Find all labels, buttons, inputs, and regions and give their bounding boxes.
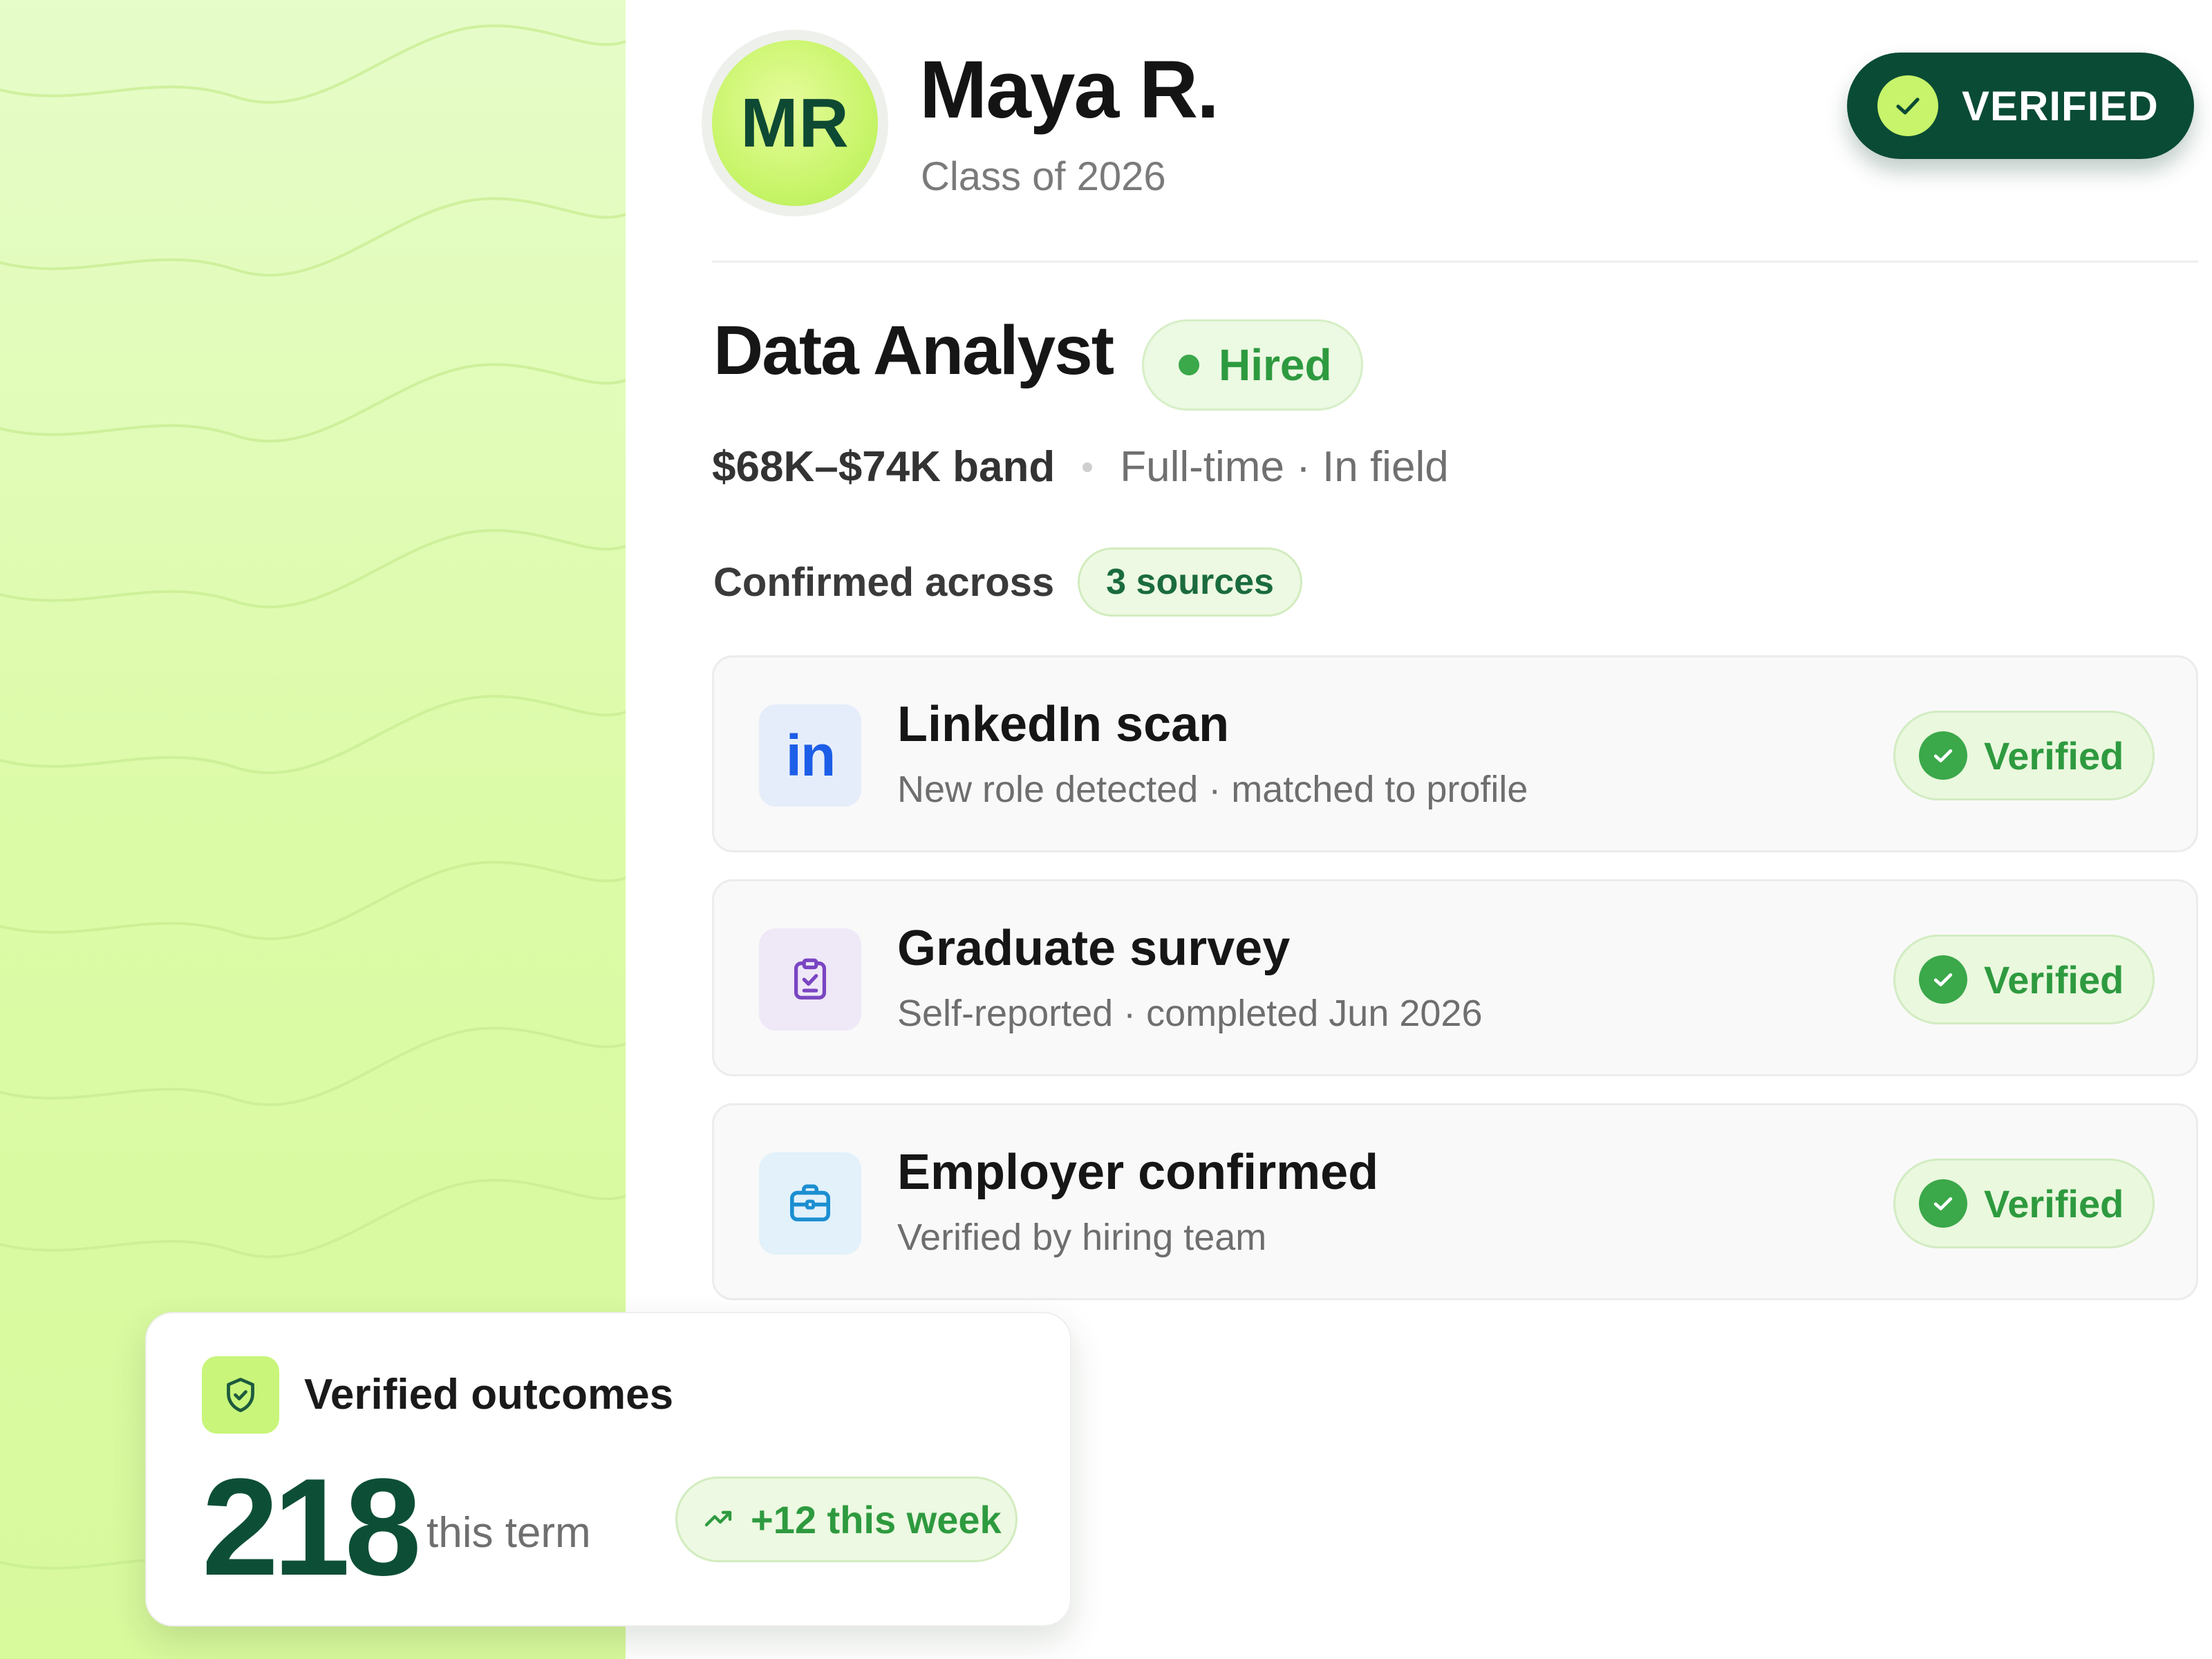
verified-badge: Verified [1893,1159,2155,1248]
header-divider [712,261,2198,263]
source-item-graduate-survey[interactable]: Graduate survey Self-reported · complete… [712,879,2198,1076]
profile-name: Maya R. [919,44,1219,135]
verified-outcomes-card[interactable]: Verified outcomes 218 this term +12 this… [145,1312,1071,1627]
verified-badge: Verified [1893,711,2155,800]
source-subtitle: New role detected · matched to profile [897,769,1528,810]
status-dot-icon [1179,355,1199,375]
source-title: Employer confirmed [897,1145,1379,1200]
outcomes-title: Verified outcomes [304,1371,674,1418]
weekly-delta-label: +12 this week [751,1497,1002,1541]
outcomes-period: this term [427,1509,591,1557]
verified-badge-label: Verified [1984,1181,2124,1226]
trending-up-icon [702,1503,735,1536]
source-title: LinkedIn scan [897,697,1230,752]
outcomes-count: 218 [202,1450,422,1604]
weekly-delta-badge: +12 this week [675,1477,1018,1562]
employment-type: Full-time · In field [1120,443,1449,491]
briefcase-icon [759,1152,861,1255]
shield-check-icon [202,1356,279,1434]
verified-status-label: VERIFIED [1962,82,2159,129]
avatar-initials: MR [740,84,850,162]
check-icon [1877,75,1938,136]
linkedin-icon: in [759,704,861,807]
class-year: Class of 2026 [921,154,1166,199]
hired-status-label: Hired [1219,340,1332,390]
avatar[interactable]: MR [712,40,878,206]
verified-badge-label: Verified [1984,957,2124,1002]
separator-dot [1082,462,1093,472]
source-subtitle: Self-reported · completed Jun 2026 [897,993,1483,1034]
check-circle-icon [1919,731,1967,780]
sources-count-badge[interactable]: 3 sources [1078,547,1302,617]
check-circle-icon [1919,1179,1967,1228]
check-circle-icon [1919,955,1967,1004]
source-subtitle: Verified by hiring team [897,1217,1267,1258]
verified-status-badge[interactable]: VERIFIED [1847,53,2194,159]
source-title: Graduate survey [897,921,1291,976]
salary-band: $68K–$74K band [712,443,1056,491]
verified-badge-label: Verified [1984,733,2124,778]
source-item-employer-confirmed[interactable]: Employer confirmed Verified by hiring te… [712,1103,2198,1300]
compensation-row: $68K–$74K band Full-time · In field [712,442,1449,491]
hired-status-badge: Hired [1142,319,1363,411]
verified-badge: Verified [1893,935,2155,1024]
confirmed-row: Confirmed across 3 sources [713,547,1302,617]
role-title: Data Analyst [713,312,1114,389]
confirmed-label: Confirmed across [713,559,1055,605]
clipboard-check-icon [759,928,861,1031]
source-item-linkedin[interactable]: in LinkedIn scan New role detected · mat… [712,655,2198,852]
